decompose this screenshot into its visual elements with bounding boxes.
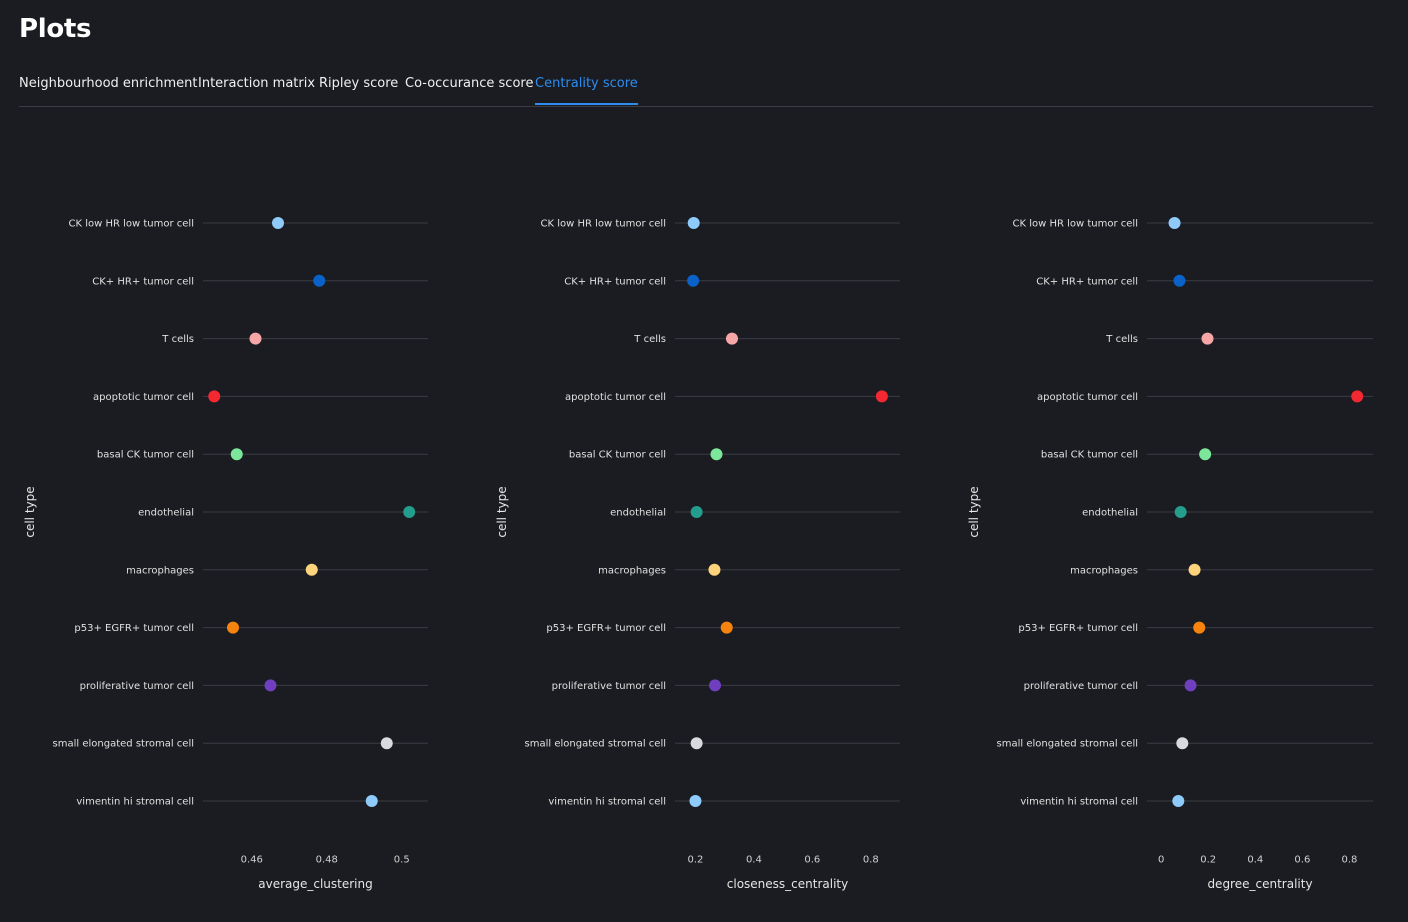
x-tick-label: 0.2 [688, 855, 704, 866]
x-tick-label: 0.4 [1247, 855, 1263, 866]
category-label: vimentin hi stromal cell [1020, 797, 1138, 808]
category-label: p53+ EGFR+ tumor cell [546, 623, 666, 634]
x-axis-title: average_clustering [258, 877, 373, 891]
data-point [689, 795, 702, 807]
data-point [305, 563, 318, 576]
data-point [403, 506, 416, 518]
category-label: basal CK tumor cell [97, 450, 194, 461]
data-point [1201, 332, 1214, 345]
x-axis-title: degree_centrality [1207, 877, 1312, 891]
data-point [687, 217, 700, 229]
data-point [230, 448, 243, 461]
category-label: T cells [1105, 334, 1138, 345]
data-point [690, 506, 703, 518]
category-label: vimentin hi stromal cell [548, 797, 666, 808]
category-label: apoptotic tumor cell [1037, 392, 1138, 403]
category-label: small elongated stromal cell [525, 739, 666, 750]
x-tick-label: 0.6 [804, 855, 820, 866]
data-point [1172, 795, 1185, 807]
category-label: CK low HR low tumor cell [541, 219, 667, 230]
category-label: CK+ HR+ tumor cell [1036, 276, 1138, 287]
centrality-charts: CK low HR low tumor cell CK+ HR+ tumor ce… [23, 217, 1373, 891]
x-tick-label: 0.2 [1200, 855, 1216, 866]
x-tick-label: 0.6 [1294, 855, 1310, 866]
data-point [1168, 217, 1181, 229]
category-label: macrophages [598, 565, 666, 576]
category-label: proliferative tumor cell [1024, 681, 1138, 692]
data-point [1174, 506, 1187, 518]
category-label: CK low HR low tumor cell [1013, 219, 1139, 230]
data-point [710, 448, 723, 461]
data-point [708, 563, 721, 576]
category-label: macrophages [126, 565, 194, 576]
data-point [1176, 737, 1189, 750]
data-point [725, 332, 738, 345]
data-point [272, 217, 284, 229]
category-label: apoptotic tumor cell [93, 392, 194, 403]
x-tick-label: 0.46 [241, 855, 263, 866]
category-label: T cells [633, 334, 666, 345]
data-point [313, 274, 326, 287]
data-point [227, 621, 239, 634]
data-point [1173, 274, 1186, 287]
x-tick-label: 0.8 [863, 855, 879, 866]
data-point [1188, 563, 1201, 576]
x-tick-label: 0.5 [394, 855, 410, 866]
category-label: basal CK tumor cell [1041, 450, 1138, 461]
y-axis-title: cell type [495, 486, 509, 537]
category-label: T cells [161, 334, 194, 345]
data-point [720, 621, 733, 634]
data-point [1351, 390, 1364, 403]
category-label: basal CK tumor cell [569, 450, 666, 461]
x-tick-label: 0.48 [316, 855, 338, 866]
data-point [365, 795, 378, 807]
category-label: p53+ EGFR+ tumor cell [1018, 623, 1138, 634]
data-point [687, 274, 700, 287]
category-label: p53+ EGFR+ tumor cell [74, 623, 194, 634]
data-point [380, 737, 393, 750]
category-label: apoptotic tumor cell [565, 392, 666, 403]
category-label: CK+ HR+ tumor cell [564, 276, 666, 287]
data-point [1199, 448, 1212, 461]
data-point [690, 737, 703, 750]
category-label: macrophages [1070, 565, 1138, 576]
category-label: proliferative tumor cell [552, 681, 666, 692]
category-label: endothelial [138, 508, 194, 519]
category-label: CK low HR low tumor cell [69, 219, 195, 230]
y-axis-title: cell type [23, 486, 37, 537]
category-label: small elongated stromal cell [53, 739, 194, 750]
category-label: vimentin hi stromal cell [76, 797, 194, 808]
category-label: endothelial [610, 508, 666, 519]
data-point [1184, 679, 1197, 692]
x-tick-label: 0.8 [1342, 855, 1358, 866]
category-label: small elongated stromal cell [997, 739, 1138, 750]
data-point [208, 390, 221, 403]
data-point [1193, 621, 1206, 634]
data-point [264, 679, 277, 692]
x-tick-label: 0.4 [746, 855, 762, 866]
data-point [709, 679, 722, 692]
data-point [249, 332, 262, 345]
category-label: endothelial [1082, 508, 1138, 519]
y-axis-title: cell type [967, 486, 981, 537]
x-axis-title: closeness_centrality [727, 877, 848, 891]
data-point [875, 390, 888, 403]
category-label: proliferative tumor cell [80, 681, 194, 692]
x-tick-label: 0 [1158, 855, 1164, 866]
category-label: CK+ HR+ tumor cell [92, 276, 194, 287]
